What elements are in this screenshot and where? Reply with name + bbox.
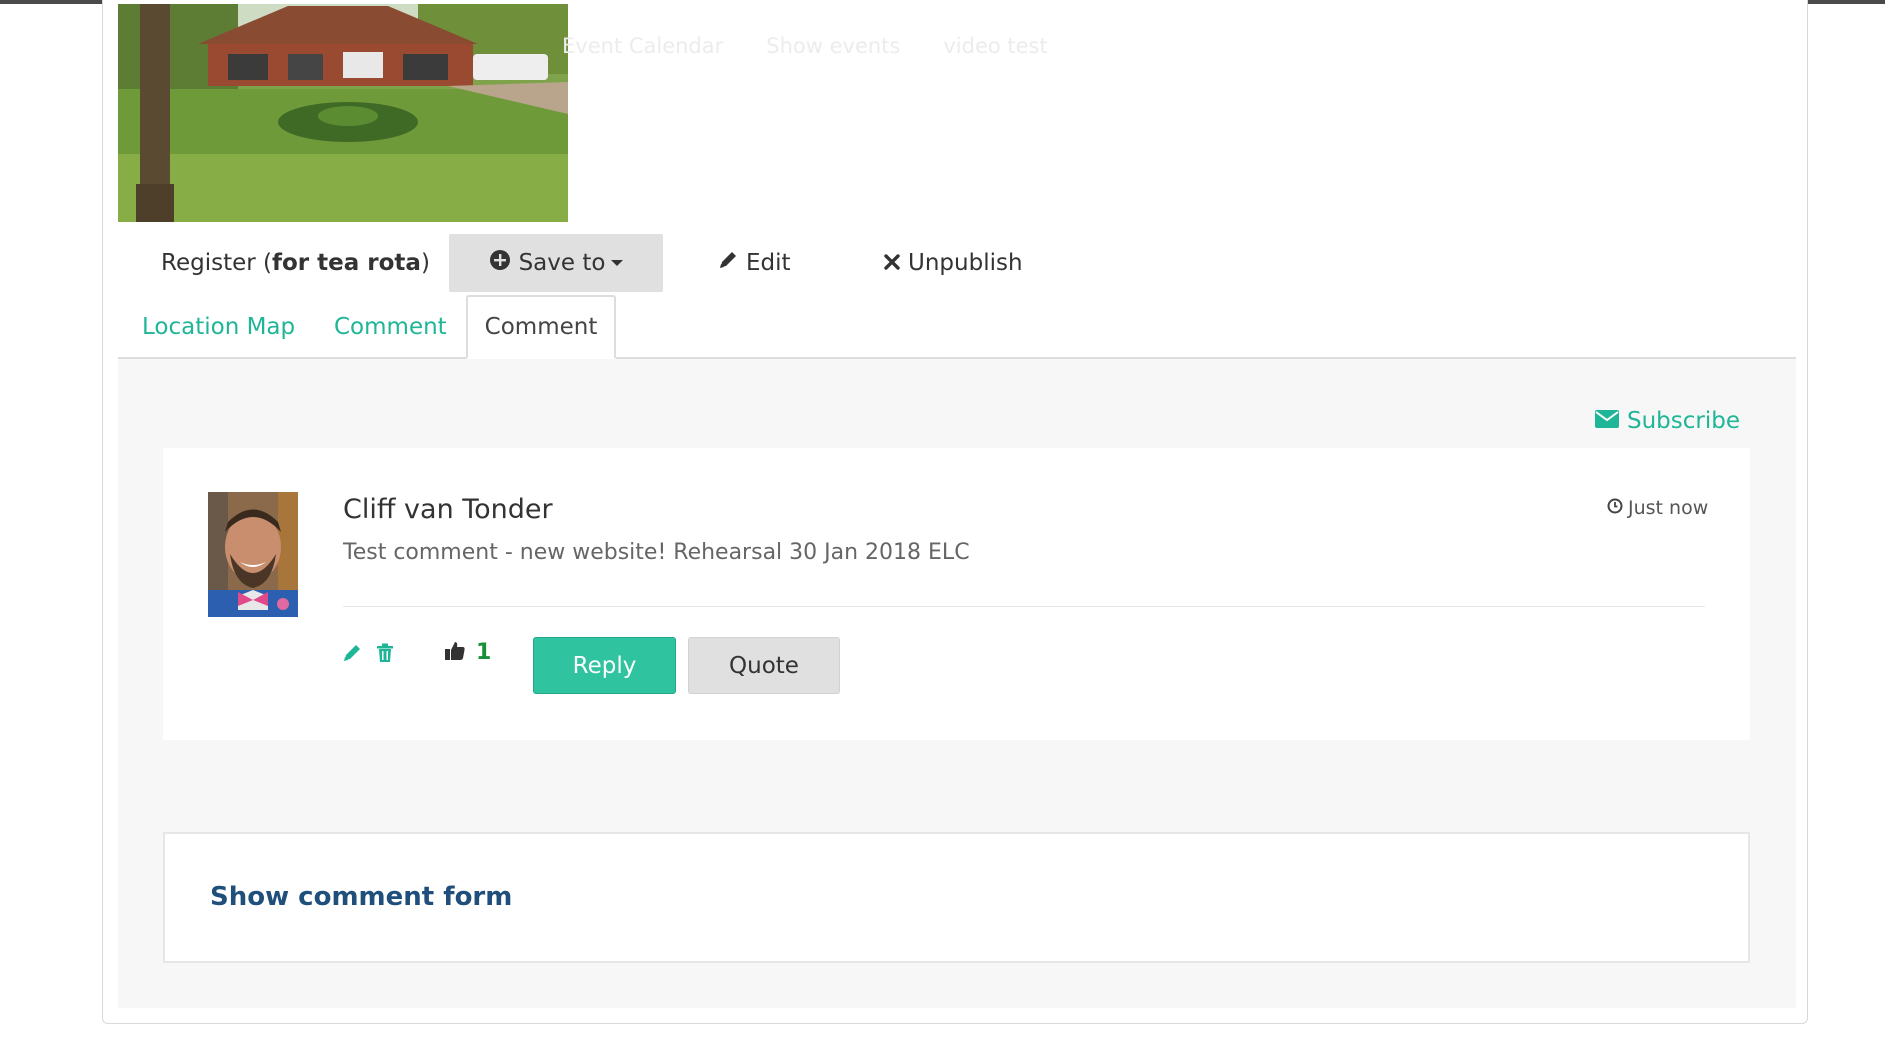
clock-icon — [1607, 497, 1623, 519]
close-icon — [884, 250, 900, 276]
nav-item-show-events[interactable]: Show events — [766, 34, 900, 58]
tab-bar: Location Map Comment Comment — [118, 295, 1796, 359]
comment-timestamp: Just now — [1607, 497, 1708, 519]
comment-author[interactable]: Cliff van Tonder — [343, 494, 553, 525]
edit-comment-icon[interactable] — [342, 643, 362, 667]
envelope-icon — [1595, 408, 1619, 434]
comment-text: Test comment - new website! Rehearsal 30… — [343, 540, 970, 565]
thumbs-up-icon — [444, 641, 466, 665]
register-bold-text: for tea rota — [271, 250, 421, 276]
nav-item-video-test[interactable]: video test — [943, 34, 1047, 58]
unpublish-label: Unpublish — [908, 250, 1023, 276]
save-to-label: Save to — [518, 250, 606, 276]
register-button[interactable]: Register (for tea rota) — [161, 234, 430, 292]
plus-circle-icon — [489, 249, 511, 277]
comment-item — [163, 448, 1750, 740]
reply-button[interactable]: Reply — [533, 637, 676, 694]
avatar[interactable] — [208, 492, 298, 617]
trash-icon[interactable] — [376, 643, 394, 667]
register-prefix: Register ( — [161, 250, 272, 276]
edit-label: Edit — [746, 250, 791, 276]
register-suffix: ) — [420, 250, 430, 276]
save-to-dropdown[interactable]: Save to — [449, 234, 663, 292]
quote-button[interactable]: Quote — [688, 637, 840, 694]
unpublish-button[interactable]: Unpublish — [884, 234, 1023, 292]
event-image — [118, 4, 568, 222]
like-count: 1 — [476, 640, 492, 665]
nav-item-event-calendar[interactable]: Event Calendar — [562, 34, 723, 58]
main-nav: Event Calendar Show events video test — [562, 34, 1048, 58]
like-button[interactable]: 1 — [444, 640, 491, 665]
chevron-down-icon — [611, 260, 624, 266]
comment-divider — [343, 606, 1705, 607]
tab-comment-active[interactable]: Comment — [466, 295, 616, 359]
edit-button[interactable]: Edit — [718, 234, 791, 292]
pencil-icon — [718, 250, 738, 276]
show-comment-form-link[interactable]: Show comment form — [210, 882, 512, 912]
subscribe-link[interactable]: Subscribe — [1595, 408, 1740, 434]
subscribe-label: Subscribe — [1627, 408, 1741, 434]
timestamp-label: Just now — [1628, 497, 1709, 519]
tab-comment[interactable]: Comment — [334, 295, 447, 359]
tab-location-map[interactable]: Location Map — [142, 295, 295, 359]
